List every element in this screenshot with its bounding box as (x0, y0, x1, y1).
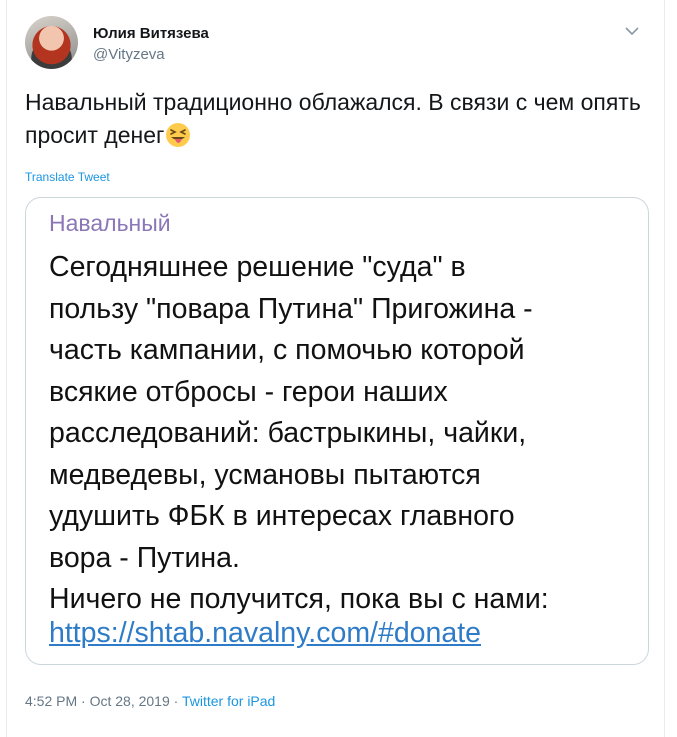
meta-separator: · (173, 693, 179, 709)
quote-line: всякие отбросы - герои наших (49, 375, 448, 408)
donate-link[interactable]: https://shtab.navalny.com/#donate (49, 617, 481, 650)
tweet-text: Навальный традиционно облажался. В связи… (25, 86, 645, 152)
quote-line: Сегодняшнее решение "суда" в (49, 251, 466, 283)
quote-card[interactable]: Навальный Сегодняшнее решение "суда" в п… (25, 197, 649, 665)
tweet-source[interactable]: Twitter for iPad (182, 693, 275, 709)
tweet: Юлия Витязева @Vityzeva Навальный традиц… (6, 0, 665, 737)
chevron-down-icon[interactable] (623, 22, 641, 40)
quote-line: удушить ФБК в интересах главного (49, 500, 515, 532)
tweet-meta: 4:52 PM · Oct 28, 2019 · Twitter for iPa… (25, 693, 275, 709)
translate-tweet-link[interactable]: Translate Tweet (25, 170, 110, 184)
author-name[interactable]: Юлия Витязева (93, 25, 209, 42)
quote-card-author: Навальный (49, 210, 171, 236)
quote-line: медведевы, усмановы пытаются (49, 458, 481, 491)
quote-line: расследований: бастрыкины, чайки, (49, 417, 527, 449)
tweet-date[interactable]: Oct 28, 2019 (90, 693, 170, 709)
quote-card-body: Сегодняшнее решение "суда" в пользу "пов… (49, 247, 639, 621)
meta-separator: · (81, 693, 86, 709)
avatar[interactable] (25, 16, 78, 69)
author-handle[interactable]: @Vityzeva (93, 46, 165, 63)
tweet-time[interactable]: 4:52 PM (25, 693, 77, 709)
tweet-header: Юлия Витязева @Vityzeva (23, 14, 653, 74)
squinting-tongue-emoji-icon (165, 122, 191, 148)
quote-line: часть кампании, с помочью которой (49, 334, 525, 366)
quote-line: пользу "повара Путина" Пригожина - (49, 292, 533, 325)
quote-line: вора - Путина. (49, 541, 240, 574)
tweet-text-content: Навальный традиционно облажался. В связи… (25, 89, 641, 148)
quote-line: Ничего не получится, пока вы с нами: (49, 583, 549, 615)
